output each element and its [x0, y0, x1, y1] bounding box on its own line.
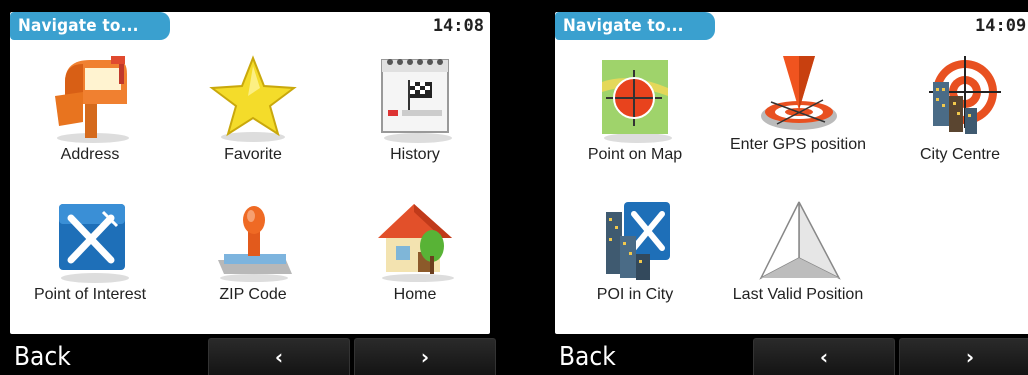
screen-title: Navigate to...	[10, 12, 170, 40]
prev-page-button[interactable]: ‹	[208, 338, 350, 375]
last-valid-position-label: Last Valid Position	[732, 286, 864, 303]
point-on-map-button[interactable]: Point on Map	[560, 52, 710, 192]
star-icon	[209, 55, 297, 142]
poi-in-city-label: POI in City	[596, 286, 674, 303]
zip-code-button[interactable]: ZIP Code	[178, 198, 328, 338]
favorite-label: Favorite	[224, 146, 282, 163]
mailbox-icon	[55, 56, 129, 143]
arrow-cursor-icon	[759, 201, 841, 280]
home-button[interactable]: Home	[340, 198, 490, 338]
house-icon	[378, 204, 454, 282]
stamp-icon	[218, 206, 292, 282]
calendar-flag-icon	[381, 59, 452, 143]
fork-knife-icon	[59, 204, 129, 283]
back-button[interactable]: Back	[14, 340, 71, 374]
point-of-interest-button[interactable]: Point of Interest	[15, 198, 165, 338]
favorite-button[interactable]: Favorite	[178, 52, 328, 192]
gps-pin-target-icon	[761, 56, 837, 130]
enter-gps-position-label: Enter GPS position	[729, 136, 867, 153]
menu-panel: Navigate to... 14:08 Address Favorite Hi…	[10, 12, 490, 334]
next-page-button[interactable]: ›	[354, 338, 496, 375]
back-button[interactable]: Back	[559, 340, 616, 374]
address-button[interactable]: Address	[15, 52, 165, 192]
screen-title: Navigate to...	[555, 12, 715, 40]
address-label: Address	[60, 146, 120, 163]
history-label: History	[390, 146, 440, 163]
bottom-bar: Back ‹ ›	[545, 338, 1028, 375]
poi-in-city-button[interactable]: POI in City	[560, 198, 710, 338]
bottom-bar: Back ‹ ›	[0, 338, 500, 375]
zip-code-label: ZIP Code	[219, 286, 287, 303]
enter-gps-position-button[interactable]: Enter GPS position	[723, 52, 873, 192]
city-target-icon	[929, 56, 1001, 134]
menu-panel: Navigate to... 14:09 Point on Map Enter …	[555, 12, 1028, 334]
prev-page-button[interactable]: ‹	[753, 338, 895, 375]
navigate-screen-left: Navigate to... 14:08 Address Favorite Hi…	[0, 0, 500, 375]
map-crosshair-icon	[602, 60, 672, 143]
home-label: Home	[393, 286, 437, 303]
clock: 14:09	[975, 16, 1027, 36]
city-poi-icon	[606, 202, 670, 280]
city-centre-label: City Centre	[919, 146, 1001, 163]
clock: 14:08	[432, 16, 484, 36]
navigate-screen-right: Navigate to... 14:09 Point on Map Enter …	[545, 0, 1028, 375]
point-of-interest-label: Point of Interest	[33, 286, 147, 303]
point-on-map-label: Point on Map	[587, 146, 683, 163]
last-valid-position-button[interactable]: Last Valid Position	[723, 198, 873, 338]
next-page-button[interactable]: ›	[899, 338, 1028, 375]
history-button[interactable]: History	[340, 52, 490, 192]
city-centre-button[interactable]: City Centre	[885, 52, 1028, 192]
